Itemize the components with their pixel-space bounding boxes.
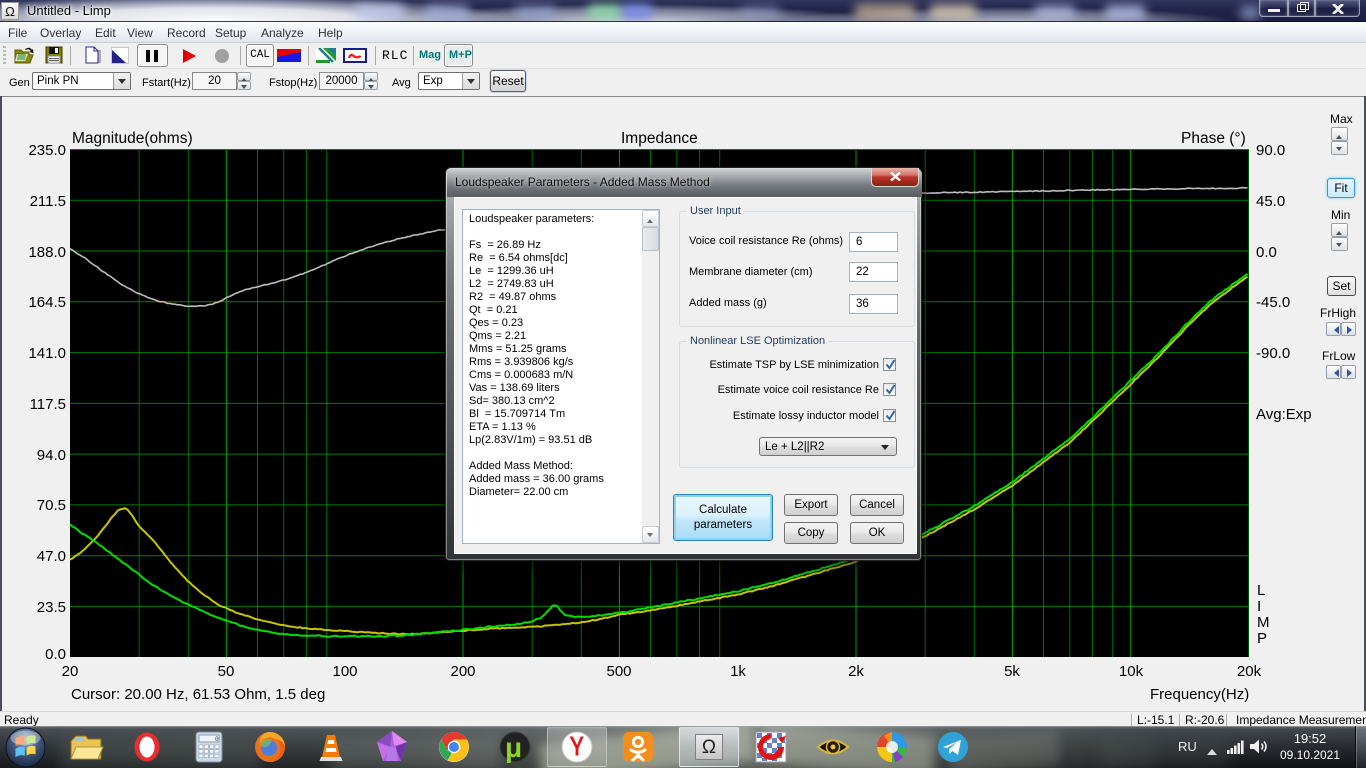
svg-text:0: 0 (215, 736, 219, 743)
svg-text:μ: μ (505, 732, 522, 763)
